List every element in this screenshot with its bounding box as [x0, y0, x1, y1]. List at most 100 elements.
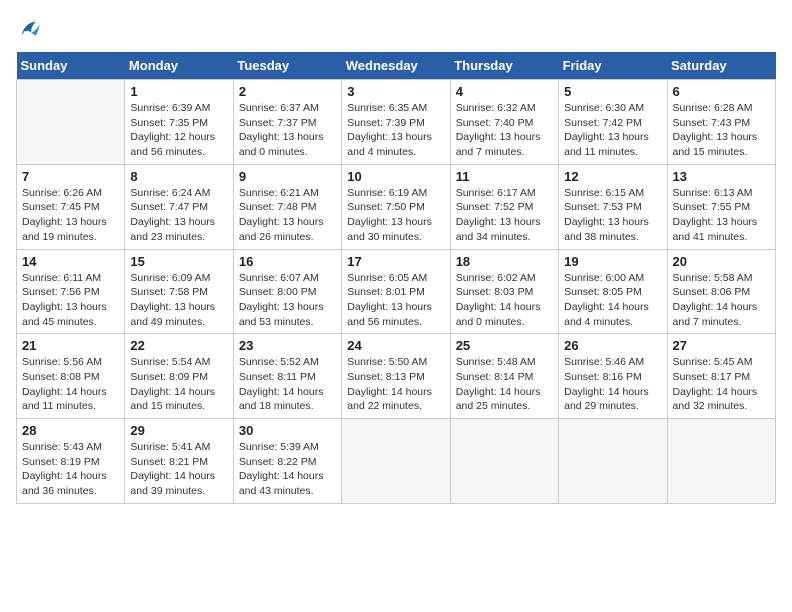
day-number: 26 — [564, 338, 661, 353]
day-number: 9 — [239, 169, 336, 184]
day-info: Sunrise: 6:24 AMSunset: 7:47 PMDaylight:… — [130, 186, 227, 245]
day-header-wednesday: Wednesday — [342, 52, 450, 80]
day-info: Sunrise: 6:05 AMSunset: 8:01 PMDaylight:… — [347, 271, 444, 330]
day-info: Sunrise: 5:52 AMSunset: 8:11 PMDaylight:… — [239, 355, 336, 414]
day-cell: 1Sunrise: 6:39 AMSunset: 7:35 PMDaylight… — [125, 80, 233, 165]
day-cell: 24 Sunrise: 5:50 AMSunset: 8:13 PMDayligh… — [342, 334, 450, 419]
page-header — [16, 16, 776, 44]
day-info: Sunrise: 6:13 AMSunset: 7:55 PMDaylight:… — [673, 186, 770, 245]
day-info: Sunrise: 6:02 AMSunset: 8:03 PMDaylight:… — [456, 271, 553, 330]
day-header-monday: Monday — [125, 52, 233, 80]
day-number: 15 — [130, 254, 227, 269]
day-info: Sunrise: 5:50 AMSunset: 8:13 PMDaylight:… — [347, 355, 444, 414]
day-cell: 26Sunrise: 5:46 AMSunset: 8:16 PMDayligh… — [559, 334, 667, 419]
day-cell: 18 Sunrise: 6:02 AMSunset: 8:03 PMDayligh… — [450, 249, 558, 334]
day-info: Sunrise: 5:45 AMSunset: 8:17 PMDaylight:… — [673, 355, 770, 414]
day-number: 30 — [239, 423, 336, 438]
day-cell: 17 Sunrise: 6:05 AMSunset: 8:01 PMDayligh… — [342, 249, 450, 334]
day-number: 13 — [673, 169, 770, 184]
day-number: 17 — [347, 254, 444, 269]
day-info: Sunrise: 6:00 AMSunset: 8:05 PMDaylight:… — [564, 271, 661, 330]
day-cell: 7 Sunrise: 6:26 AMSunset: 7:45 PMDaylight… — [17, 164, 125, 249]
day-cell: 13 Sunrise: 6:13 AMSunset: 7:55 PMDayligh… — [667, 164, 775, 249]
day-cell: 30 Sunrise: 5:39 AMSunset: 8:22 PMDayligh… — [233, 419, 341, 504]
day-info: Sunrise: 6:19 AMSunset: 7:50 PMDaylight:… — [347, 186, 444, 245]
day-number: 3 — [347, 84, 444, 99]
day-cell: 25 Sunrise: 5:48 AMSunset: 8:14 PMDayligh… — [450, 334, 558, 419]
day-number: 12 — [564, 169, 661, 184]
day-info: Sunrise: 6:11 AMSunset: 7:56 PMDaylight:… — [22, 271, 119, 330]
day-info: Sunrise: 5:54 AMSunset: 8:09 PMDaylight:… — [130, 355, 227, 414]
day-header-saturday: Saturday — [667, 52, 775, 80]
day-info: Sunrise: 6:30 AMSunset: 7:42 PMDaylight:… — [564, 101, 661, 160]
day-info: Sunrise: 6:07 AMSunset: 8:00 PMDaylight:… — [239, 271, 336, 330]
day-cell: 10 Sunrise: 6:19 AMSunset: 7:50 PMDayligh… — [342, 164, 450, 249]
day-number: 23 — [239, 338, 336, 353]
day-info: Sunrise: 5:48 AMSunset: 8:14 PMDaylight:… — [456, 355, 553, 414]
day-cell: 28 Sunrise: 5:43 AMSunset: 8:19 PMDayligh… — [17, 419, 125, 504]
day-number: 21 — [22, 338, 119, 353]
day-number: 6 — [673, 84, 770, 99]
day-cell: 3 Sunrise: 6:35 AMSunset: 7:39 PMDaylight… — [342, 80, 450, 165]
week-row-5: 28 Sunrise: 5:43 AMSunset: 8:19 PMDayligh… — [17, 419, 776, 504]
day-number: 16 — [239, 254, 336, 269]
day-number: 24 — [347, 338, 444, 353]
day-number: 28 — [22, 423, 119, 438]
week-row-3: 14 Sunrise: 6:11 AMSunset: 7:56 PMDayligh… — [17, 249, 776, 334]
day-info: Sunrise: 5:39 AMSunset: 8:22 PMDaylight:… — [239, 440, 336, 499]
calendar-table: SundayMondayTuesdayWednesdayThursdayFrid… — [16, 52, 776, 504]
day-number: 7 — [22, 169, 119, 184]
logo-bird-icon — [16, 16, 44, 44]
day-info: Sunrise: 6:32 AMSunset: 7:40 PMDaylight:… — [456, 101, 553, 160]
day-info: Sunrise: 6:17 AMSunset: 7:52 PMDaylight:… — [456, 186, 553, 245]
day-info: Sunrise: 6:35 AMSunset: 7:39 PMDaylight:… — [347, 101, 444, 160]
day-info: Sunrise: 5:58 AMSunset: 8:06 PMDaylight:… — [673, 271, 770, 330]
day-cell — [559, 419, 667, 504]
day-number: 19 — [564, 254, 661, 269]
day-cell: 14 Sunrise: 6:11 AMSunset: 7:56 PMDayligh… — [17, 249, 125, 334]
day-info: Sunrise: 6:15 AMSunset: 7:53 PMDaylight:… — [564, 186, 661, 245]
week-row-2: 7 Sunrise: 6:26 AMSunset: 7:45 PMDaylight… — [17, 164, 776, 249]
logo — [16, 16, 48, 44]
day-number: 2 — [239, 84, 336, 99]
day-cell — [450, 419, 558, 504]
day-number: 14 — [22, 254, 119, 269]
day-number: 27 — [673, 338, 770, 353]
day-cell: 21 Sunrise: 5:56 AMSunset: 8:08 PMDayligh… — [17, 334, 125, 419]
day-cell: 9 Sunrise: 6:21 AMSunset: 7:48 PMDaylight… — [233, 164, 341, 249]
day-info: Sunrise: 6:21 AMSunset: 7:48 PMDaylight:… — [239, 186, 336, 245]
day-cell — [17, 80, 125, 165]
day-info: Sunrise: 5:43 AMSunset: 8:19 PMDaylight:… — [22, 440, 119, 499]
day-cell: 19 Sunrise: 6:00 AMSunset: 8:05 PMDayligh… — [559, 249, 667, 334]
week-row-1: 1Sunrise: 6:39 AMSunset: 7:35 PMDaylight… — [17, 80, 776, 165]
day-cell: 12 Sunrise: 6:15 AMSunset: 7:53 PMDayligh… — [559, 164, 667, 249]
day-cell: 29Sunrise: 5:41 AMSunset: 8:21 PMDayligh… — [125, 419, 233, 504]
day-number: 18 — [456, 254, 553, 269]
day-number: 1 — [130, 84, 227, 99]
day-cell: 5 Sunrise: 6:30 AMSunset: 7:42 PMDaylight… — [559, 80, 667, 165]
day-cell: 11Sunrise: 6:17 AMSunset: 7:52 PMDayligh… — [450, 164, 558, 249]
day-cell: 6 Sunrise: 6:28 AMSunset: 7:43 PMDaylight… — [667, 80, 775, 165]
day-header-tuesday: Tuesday — [233, 52, 341, 80]
day-number: 8 — [130, 169, 227, 184]
day-number: 4 — [456, 84, 553, 99]
day-info: Sunrise: 6:09 AMSunset: 7:58 PMDaylight:… — [130, 271, 227, 330]
day-number: 20 — [673, 254, 770, 269]
day-number: 5 — [564, 84, 661, 99]
days-header-row: SundayMondayTuesdayWednesdayThursdayFrid… — [17, 52, 776, 80]
day-cell: 16 Sunrise: 6:07 AMSunset: 8:00 PMDayligh… — [233, 249, 341, 334]
day-number: 25 — [456, 338, 553, 353]
day-info: Sunrise: 6:26 AMSunset: 7:45 PMDaylight:… — [22, 186, 119, 245]
day-cell: 8 Sunrise: 6:24 AMSunset: 7:47 PMDaylight… — [125, 164, 233, 249]
day-cell: 15 Sunrise: 6:09 AMSunset: 7:58 PMDayligh… — [125, 249, 233, 334]
day-cell — [342, 419, 450, 504]
day-header-thursday: Thursday — [450, 52, 558, 80]
day-cell — [667, 419, 775, 504]
day-number: 10 — [347, 169, 444, 184]
day-info: Sunrise: 5:41 AMSunset: 8:21 PMDaylight:… — [130, 440, 227, 499]
day-info: Sunrise: 6:28 AMSunset: 7:43 PMDaylight:… — [673, 101, 770, 160]
day-cell: 23 Sunrise: 5:52 AMSunset: 8:11 PMDayligh… — [233, 334, 341, 419]
day-cell: 27 Sunrise: 5:45 AMSunset: 8:17 PMDayligh… — [667, 334, 775, 419]
day-cell: 4 Sunrise: 6:32 AMSunset: 7:40 PMDaylight… — [450, 80, 558, 165]
day-info: Sunrise: 5:56 AMSunset: 8:08 PMDaylight:… — [22, 355, 119, 414]
